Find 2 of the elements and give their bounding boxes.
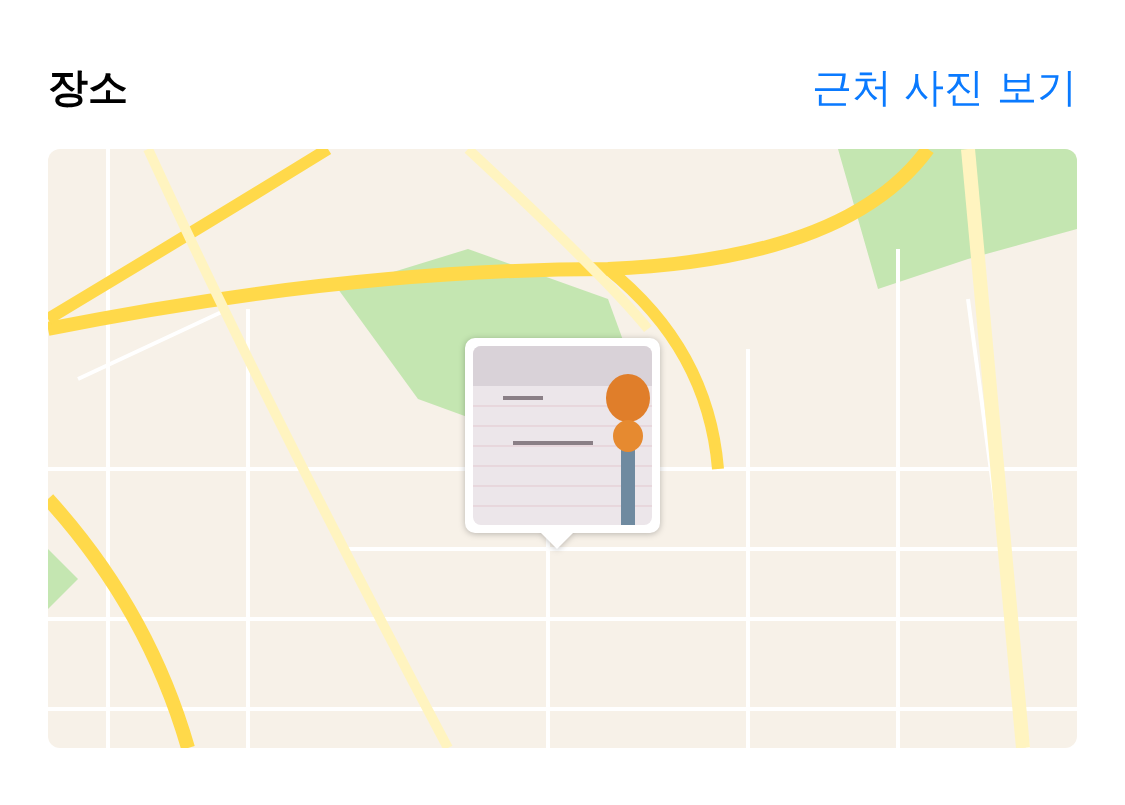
nearby-photos-link[interactable]: 근처 사진 보기 [811,59,1077,115]
section-title: 장소 [48,62,128,112]
